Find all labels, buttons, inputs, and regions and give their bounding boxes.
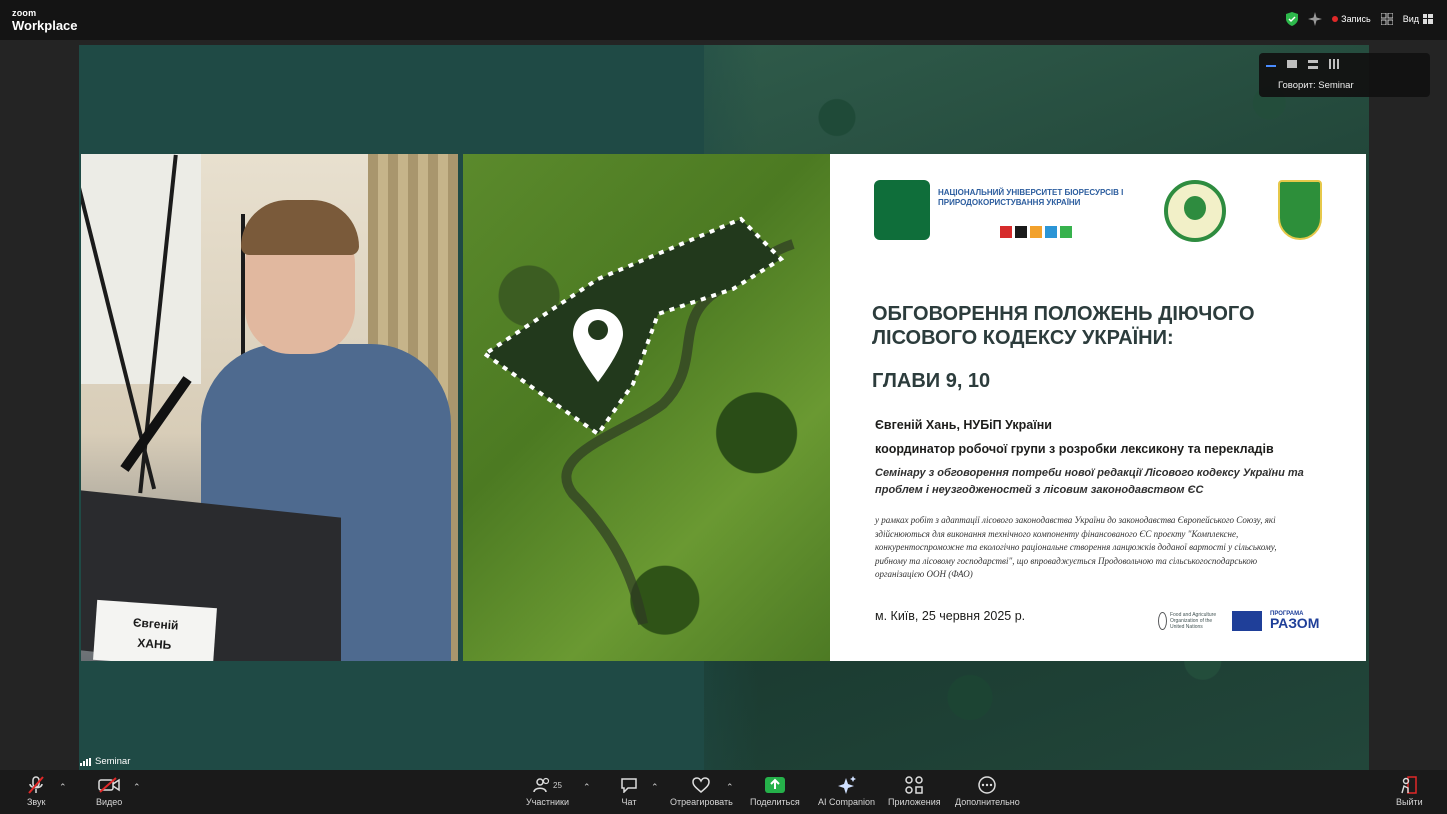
university-name: Національний університет біоресурсів і п… [938,188,1124,208]
nameplate: Євгеній ХАНЬ [93,599,217,661]
top-bar: zoom Workplace Запись Вид [0,0,1447,40]
share-label: Поделиться [750,797,800,807]
institute-shield-icon [1278,180,1322,240]
share-screen-icon [764,777,785,793]
participants-icon [533,777,550,793]
chat-button[interactable]: Чат [620,776,638,807]
grid-icon[interactable] [1380,13,1393,25]
record-dot-icon [1332,16,1339,22]
shield-icon[interactable] [1286,12,1299,26]
view-button[interactable]: Вид [1403,14,1433,24]
apps-label: Приложения [888,797,941,807]
eu-flag-icon [1232,611,1262,631]
mic-muted-icon [28,776,44,794]
razom-logo: ПРОГРАМА РАЗОМ [1270,611,1320,632]
audio-button[interactable]: Звук [27,776,45,807]
slide-footer-logos: Food and Agriculture Organization of the… [1158,610,1319,632]
react-label: Отреагировать [670,797,733,807]
more-label: Дополнительно [955,797,1020,807]
shared-screen: Євгеній ХАНЬ Національний університет бі… [79,45,1369,770]
layout-strip-icon[interactable] [1308,59,1318,69]
slide-role: координатор робочої групи з розробки лек… [875,442,1274,456]
slide-logos: Національний університет біоресурсів і п… [874,180,1334,244]
meeting-stage: Євгеній ХАНЬ Національний університет бі… [0,40,1447,770]
partner-boxes [1000,226,1072,238]
video-options-icon[interactable]: ⌃ [133,782,141,793]
record-indicator[interactable]: Запись [1332,14,1371,24]
leave-label: Выйти [1396,797,1423,807]
aerial-overlay [481,216,795,625]
brand-bottom: Workplace [12,18,78,33]
fao-logo: Food and Agriculture Organization of the… [1158,610,1224,632]
razom-label: РАЗОМ [1270,615,1320,632]
fao-caption: Food and Agriculture Organization of the… [1169,612,1217,630]
slide-seminar: Семінару з обговорення потреби нової ред… [875,467,1304,496]
fao-emblem-icon [1158,612,1167,630]
participants-count: 25 [553,780,562,790]
speaking-label: Говорит: Seminar [1278,80,1354,91]
slide-author: Євгеній Хань, НУБіП України [875,418,1052,432]
slide-chapters: ГЛАВИ 9, 10 [872,370,991,392]
leave-button[interactable]: Выйти [1396,776,1423,807]
layout-minimize-icon[interactable] [1266,61,1276,67]
more-icon [978,776,997,794]
apps-icon [905,776,924,794]
app-logo: zoom Workplace [12,8,78,33]
apps-button[interactable]: Приложения [888,776,941,807]
university-crest-icon [874,180,930,240]
participant-name: Seminar [95,756,131,767]
audio-options-icon[interactable]: ⌃ [59,782,67,793]
presentation-slide: Національний університет біоресурсів і п… [830,154,1366,661]
video-label: Видео [96,797,123,807]
video-muted-icon [98,777,120,793]
heart-icon [692,777,711,793]
participant-name-tag: Seminar [80,756,130,767]
video-button[interactable]: Видео [96,776,122,807]
chat-icon [621,778,637,793]
slide-title: ОБГОВОРЕННЯ ПОЛОЖЕНЬ ДІЮЧОГО ЛІСОВОГО КО… [872,303,1255,349]
chat-options-icon[interactable]: ⌃ [651,782,659,793]
share-button[interactable]: Поделиться [750,776,800,807]
react-button[interactable]: Отреагировать [670,776,733,807]
chat-label: Чат [621,797,637,807]
speaker-video: Євгеній ХАНЬ [81,154,458,661]
more-button[interactable]: Дополнительно [955,776,1020,807]
layout-gallery-icon[interactable] [1329,59,1339,69]
ai-companion-label: AI Companion [818,797,876,807]
view-grid-icon [1423,14,1433,24]
participants-label: Участники [526,797,569,807]
signal-icon [80,757,91,766]
ai-companion-button[interactable]: AI Companion [818,776,875,807]
layout-switcher [1266,59,1339,69]
layout-speaker-icon[interactable] [1287,60,1297,68]
slide-place-date: м. Київ, 25 червня 2025 р. [875,609,1026,623]
meeting-toolbar: Звук ⌃ Видео ⌃ 25 Участники ⌃ Чат ⌃ Отре… [0,770,1447,814]
participants-options-icon[interactable]: ⌃ [583,782,591,793]
slide-context: у рамках робіт з адаптації лісового зако… [875,515,1277,579]
ai-companion-icon [837,776,856,794]
audio-label: Звук [27,797,46,807]
forestry-emblem-icon [1164,180,1226,242]
react-options-icon[interactable]: ⌃ [726,782,734,793]
record-label: Запись [1341,14,1371,24]
sparkle-icon[interactable] [1308,12,1323,26]
brand-top: zoom [12,8,37,18]
active-speaker-panel: Говорит: Seminar [1259,53,1430,97]
leave-icon [1401,776,1418,794]
aerial-photo [463,154,830,661]
participants-button[interactable]: 25 Участники [526,776,569,807]
view-label: Вид [1402,14,1419,24]
